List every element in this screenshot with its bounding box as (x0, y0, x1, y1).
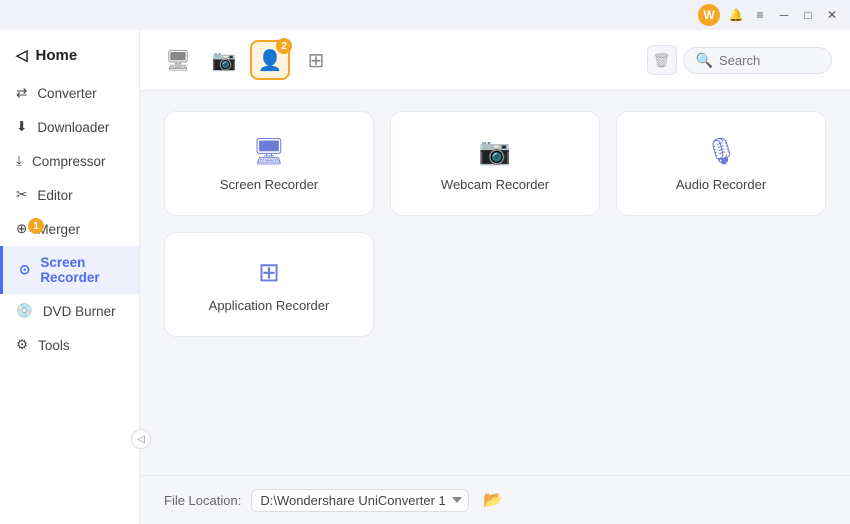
tab-screen-recorder[interactable]: 🖥 (158, 40, 198, 80)
grid-row-1: 🖥 Screen Recorder 📷 Webcam Recorder 🎙 Au… (164, 111, 826, 216)
webcam-recorder-card-icon: 📷 (479, 136, 511, 167)
open-folder-button[interactable]: 📂 (479, 486, 507, 514)
editor-icon: ✂ (16, 187, 27, 203)
sidebar-item-compressor[interactable]: ⤓ Compressor (0, 144, 139, 178)
webcam-recorder-card[interactable]: 📷 Webcam Recorder (390, 111, 600, 216)
search-box: 🔍 (683, 47, 832, 74)
title-bar: W 🔔 ≡ ─ □ ✕ (0, 0, 850, 30)
tab-app-recorder[interactable]: 👤 2 (250, 40, 290, 80)
tab-webcam-recorder[interactable]: 📷 (204, 40, 244, 80)
sidebar-item-label: Converter (37, 86, 96, 101)
audio-recorder-card[interactable]: 🎙 Audio Recorder (616, 111, 826, 216)
sidebar-item-label: Editor (37, 188, 72, 203)
sidebar-item-dvd-burner[interactable]: 💿 DVD Burner (0, 294, 139, 328)
file-location-select[interactable]: D:\Wondershare UniConverter 1 (251, 489, 469, 512)
sidebar-home[interactable]: ◁ Home (0, 38, 139, 76)
sidebar-item-merger[interactable]: ⊕ Merger 1 (0, 212, 139, 246)
footer: File Location: D:\Wondershare UniConvert… (140, 475, 850, 524)
grid-row-2: ⊞ Application Recorder (164, 232, 826, 337)
sidebar-item-downloader[interactable]: ⬇ Downloader (0, 110, 139, 144)
maximize-button[interactable]: □ (800, 7, 816, 23)
screen-recorder-card[interactable]: 🖥 Screen Recorder (164, 111, 374, 216)
merger-icon: ⊕ (16, 221, 27, 237)
sidebar-item-editor[interactable]: ✂ Editor (0, 178, 139, 212)
home-icon: ◁ (16, 46, 28, 64)
sidebar-item-converter[interactable]: ⇄ Converter (0, 76, 139, 110)
search-input[interactable] (719, 53, 819, 68)
webcam-recorder-card-label: Webcam Recorder (441, 177, 549, 192)
clear-button[interactable]: 🗑 (647, 45, 677, 75)
screen-tab-icon: 🖥 (165, 48, 190, 73)
trash-icon: 🗑 (653, 52, 671, 69)
app-recorder-card-label: Application Recorder (209, 298, 330, 313)
dvd-burner-icon: 💿 (16, 303, 33, 319)
app-recorder-card-icon: ⊞ (258, 257, 280, 288)
app-recorder-card[interactable]: ⊞ Application Recorder (164, 232, 374, 337)
downloader-icon: ⬇ (16, 119, 27, 135)
minimize-button[interactable]: ─ (776, 7, 792, 23)
toolbar: 🖥 📷 👤 2 ⊞ 🗑 🔍 (140, 30, 850, 91)
sidebar: ◁ Home ⇄ Converter ⬇ Downloader ⤓ Compre… (0, 30, 140, 524)
sidebar-item-label: Screen Recorder (40, 255, 123, 285)
converter-icon: ⇄ (16, 85, 27, 101)
main-layout: ◁ Home ⇄ Converter ⬇ Downloader ⤓ Compre… (0, 30, 850, 524)
audio-recorder-card-icon: 🎙 (704, 136, 737, 167)
home-label: Home (36, 47, 78, 64)
close-button[interactable]: ✕ (824, 7, 840, 23)
sidebar-item-tools[interactable]: ⚙ Tools (0, 328, 139, 362)
screen-recorder-icon: ⊙ (19, 262, 30, 278)
tab-more[interactable]: ⊞ (296, 40, 336, 80)
screen-recorder-card-label: Screen Recorder (220, 177, 318, 192)
menu-icon[interactable]: ≡ (752, 7, 768, 23)
compressor-icon: ⤓ (16, 153, 22, 169)
file-location-label: File Location: (164, 493, 241, 508)
more-tab-icon: ⊞ (308, 48, 325, 73)
profile-icon[interactable]: W (698, 4, 720, 26)
search-icon: 🔍 (696, 52, 713, 69)
tab-badge: 2 (276, 38, 292, 54)
sidebar-item-label: Downloader (37, 120, 109, 135)
sidebar-item-label: DVD Burner (43, 304, 116, 319)
sidebar-item-screen-recorder[interactable]: ⊙ Screen Recorder (0, 246, 139, 294)
webcam-tab-icon: 📷 (212, 48, 237, 73)
sidebar-collapse-button[interactable]: ◁ (131, 429, 151, 449)
folder-icon: 📂 (483, 490, 503, 510)
sidebar-item-label: Compressor (32, 154, 106, 169)
title-bar-controls: W 🔔 ≡ ─ □ ✕ (698, 4, 840, 26)
sidebar-item-label: Tools (38, 338, 70, 353)
recorder-grid: 🖥 Screen Recorder 📷 Webcam Recorder 🎙 Au… (140, 91, 850, 475)
main-content: 🖥 📷 👤 2 ⊞ 🗑 🔍 (140, 30, 850, 524)
screen-recorder-card-icon: 🖥 (252, 136, 285, 167)
audio-recorder-card-label: Audio Recorder (676, 177, 766, 192)
bell-icon[interactable]: 🔔 (728, 7, 744, 23)
merger-badge: 1 (28, 218, 44, 234)
tools-icon: ⚙ (16, 337, 28, 353)
